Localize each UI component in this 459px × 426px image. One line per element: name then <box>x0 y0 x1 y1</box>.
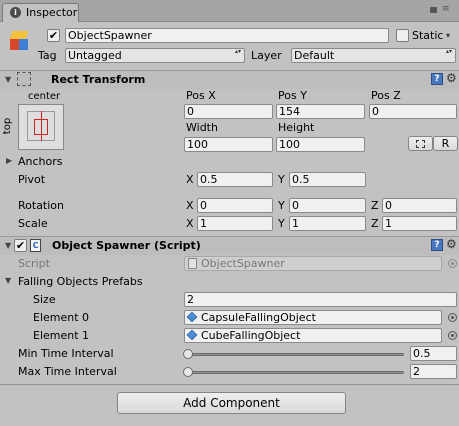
pos-x-field[interactable]: 0 <box>184 104 273 119</box>
tag-dropdown[interactable]: Untagged <box>65 48 245 63</box>
script-file-icon <box>188 258 197 269</box>
script-object-picker-icon <box>448 259 457 268</box>
element0-label: Element 0 <box>33 311 90 324</box>
object-spawner-title: Object Spawner (Script) <box>52 239 201 252</box>
rect-transform-icon <box>17 72 31 86</box>
prefabs-foldout-icon[interactable]: ▼ <box>5 276 11 286</box>
height-label: Height <box>278 121 315 134</box>
rotation-x-field[interactable]: 0 <box>197 198 273 213</box>
scale-z-label: Z <box>371 217 379 230</box>
height-field[interactable]: 100 <box>276 137 365 152</box>
script-value: ObjectSpawner <box>201 257 285 270</box>
tab-inspector-label: Inspector <box>26 6 78 19</box>
element1-field[interactable]: CubeFallingObject <box>184 328 442 343</box>
component-divider <box>0 384 459 385</box>
scale-label: Scale <box>18 217 48 230</box>
blueprint-mode-icon <box>416 140 425 148</box>
max-time-label: Max Time Interval <box>18 365 117 378</box>
layer-label: Layer <box>251 49 282 62</box>
pivot-x-label: X <box>186 173 194 186</box>
element0-value: CapsuleFallingObject <box>201 311 316 324</box>
active-checkbox[interactable]: ✔ <box>47 29 60 42</box>
element0-object-picker-icon[interactable] <box>448 313 457 322</box>
scale-x-field[interactable]: 1 <box>197 216 273 231</box>
element1-object-picker-icon[interactable] <box>448 331 457 340</box>
anchor-preset-button[interactable] <box>18 104 64 150</box>
pivot-label: Pivot <box>18 173 46 186</box>
size-label: Size <box>33 293 56 306</box>
static-dropdown-icon[interactable]: ▾ <box>446 31 450 40</box>
prefab-cube-icon <box>186 329 198 341</box>
max-time-slider-thumb[interactable] <box>183 367 193 377</box>
pos-x-label: Pos X <box>186 89 216 102</box>
max-time-field[interactable]: 2 <box>410 364 457 379</box>
pos-y-field[interactable]: 154 <box>276 104 365 119</box>
script-icon: C <box>30 239 41 252</box>
pos-z-label: Pos Z <box>371 89 401 102</box>
layer-dropdown[interactable]: Default <box>291 48 456 63</box>
lock-icon[interactable] <box>430 7 437 13</box>
anchor-preset-vertical-label: top <box>2 117 14 135</box>
rect-transform-foldout-icon[interactable]: ▼ <box>5 75 11 85</box>
object-spawner-help-icon[interactable]: ? <box>431 239 443 251</box>
scale-x-label: X <box>186 217 194 230</box>
script-label: Script <box>18 257 50 270</box>
tab-menu-icon[interactable]: ≡ <box>442 5 450 14</box>
anchors-foldout-icon[interactable]: ▶ <box>6 156 12 166</box>
tag-label: Tag <box>38 49 57 62</box>
rect-transform-help-icon[interactable]: ? <box>431 73 443 85</box>
object-spawner-settings-icon[interactable]: ⚙ <box>446 238 457 250</box>
rotation-x-label: X <box>186 199 194 212</box>
rotation-y-field[interactable]: 0 <box>289 198 366 213</box>
rotation-z-field[interactable]: 0 <box>382 198 457 213</box>
min-time-field[interactable]: 0.5 <box>410 346 457 361</box>
pos-z-field[interactable]: 0 <box>369 104 457 119</box>
scale-y-label: Y <box>278 217 285 230</box>
prefab-cube-icon <box>186 311 198 323</box>
blueprint-mode-button[interactable] <box>408 136 433 151</box>
info-icon: i <box>10 7 21 18</box>
width-label: Width <box>186 121 218 134</box>
pos-y-label: Pos Y <box>278 89 307 102</box>
rect-transform-title: Rect Transform <box>51 73 146 86</box>
pivot-y-field[interactable]: 0.5 <box>289 172 366 187</box>
object-spawner-enabled-checkbox[interactable]: ✔ <box>14 239 27 252</box>
min-time-slider-track[interactable] <box>186 353 404 356</box>
add-component-button[interactable]: Add Component <box>117 392 346 414</box>
size-field[interactable]: 2 <box>184 292 457 307</box>
rotation-label: Rotation <box>18 199 65 212</box>
element0-field[interactable]: CapsuleFallingObject <box>184 310 442 325</box>
rotation-z-label: Z <box>371 199 379 212</box>
rotation-y-label: Y <box>278 199 285 212</box>
scale-z-field[interactable]: 1 <box>382 216 457 231</box>
pivot-y-label: Y <box>278 173 285 186</box>
script-field: ObjectSpawner <box>184 256 442 271</box>
anchor-preset-horizontal-label: center <box>28 91 61 102</box>
scale-y-field[interactable]: 1 <box>289 216 366 231</box>
min-time-label: Min Time Interval <box>18 347 114 360</box>
static-label: Static <box>412 29 444 42</box>
object-spawner-foldout-icon[interactable]: ▼ <box>5 241 11 251</box>
max-time-slider-track[interactable] <box>186 371 404 374</box>
element1-value: CubeFallingObject <box>201 329 301 342</box>
raw-edit-button[interactable]: R <box>433 136 458 151</box>
object-name-field[interactable]: ObjectSpawner <box>65 28 389 43</box>
width-field[interactable]: 100 <box>184 137 273 152</box>
static-checkbox[interactable] <box>396 29 409 42</box>
prefabs-label[interactable]: Falling Objects Prefabs <box>18 275 143 289</box>
element1-label: Element 1 <box>33 329 90 342</box>
gameobject-icon <box>8 29 30 51</box>
pivot-x-field[interactable]: 0.5 <box>197 172 273 187</box>
rect-transform-settings-icon[interactable]: ⚙ <box>446 72 457 84</box>
min-time-slider-thumb[interactable] <box>183 349 193 359</box>
anchors-label[interactable]: Anchors <box>18 155 63 169</box>
